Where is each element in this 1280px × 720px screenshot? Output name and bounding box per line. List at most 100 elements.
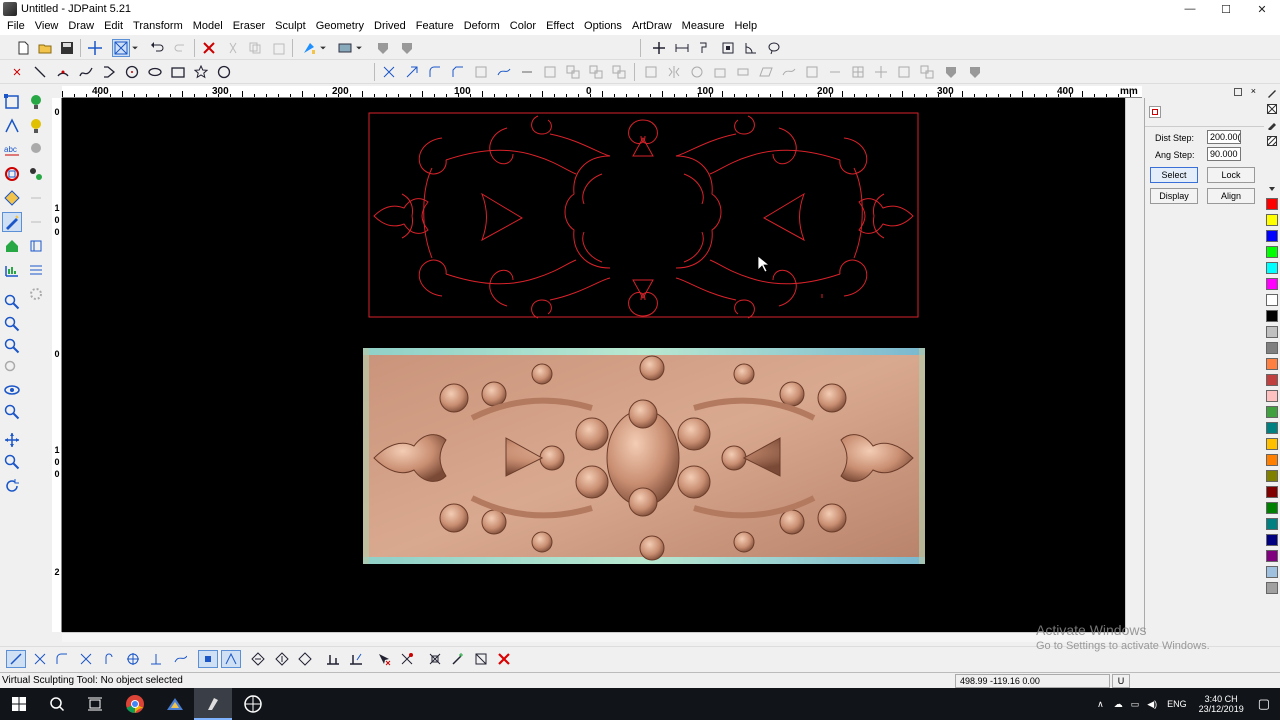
color-swatch[interactable]	[1266, 470, 1278, 482]
chrome-icon[interactable]	[116, 688, 154, 720]
no-color-icon[interactable]	[1267, 104, 1277, 114]
menu-view[interactable]: View	[30, 18, 64, 35]
extend-icon[interactable]	[403, 63, 421, 81]
menu-geometry[interactable]: Geometry	[311, 18, 369, 35]
color-swatch[interactable]	[1266, 310, 1278, 322]
ungroup-icon[interactable]	[564, 63, 582, 81]
menu-drived[interactable]: Drived	[369, 18, 411, 35]
copy-icon[interactable]	[246, 39, 264, 57]
menu-effect[interactable]: Effect	[541, 18, 579, 35]
eye-icon[interactable]	[2, 380, 22, 400]
color-swatch[interactable]	[1266, 262, 1278, 274]
node-wand-icon[interactable]	[448, 650, 468, 668]
group-icon[interactable]	[541, 63, 559, 81]
measure-tool-icon[interactable]	[2, 260, 22, 280]
chamfer-icon[interactable]	[449, 63, 467, 81]
zoom-out-icon[interactable]	[2, 336, 22, 356]
star-icon[interactable]	[192, 63, 210, 81]
color-swatch[interactable]	[1266, 278, 1278, 290]
paste-icon[interactable]	[270, 39, 288, 57]
save-icon[interactable]	[58, 39, 76, 57]
measure-width-icon[interactable]	[673, 39, 691, 57]
arrow-light-icon[interactable]	[26, 212, 46, 232]
align-button[interactable]: Align	[1207, 188, 1255, 204]
curve-tool-icon[interactable]	[2, 116, 22, 136]
chevron-down-icon[interactable]	[354, 39, 364, 57]
menu-draw[interactable]: Draw	[63, 18, 99, 35]
transform-node-icon[interactable]	[425, 650, 445, 668]
minimize-button[interactable]: —	[1172, 0, 1208, 18]
virtual-sculpt-icon[interactable]	[2, 212, 22, 232]
color-swatch[interactable]	[1266, 582, 1278, 594]
snap-grid-icon[interactable]	[198, 650, 218, 668]
drawing-canvas[interactable]	[62, 98, 1125, 632]
zoom-all-icon[interactable]	[2, 402, 22, 422]
wrap-icon[interactable]	[780, 63, 798, 81]
menu-color[interactable]: Color	[505, 18, 541, 35]
align-bottom-icon[interactable]	[323, 650, 343, 668]
node-diamond-icon[interactable]	[272, 650, 292, 668]
sculpt-tool-icon[interactable]	[1149, 106, 1161, 118]
text-tool-icon[interactable]: abc	[2, 140, 22, 160]
snap-arc-icon[interactable]	[52, 650, 72, 668]
select-node-icon[interactable]	[374, 650, 394, 668]
grid-array-icon[interactable]	[849, 63, 867, 81]
spline-icon[interactable]	[77, 63, 95, 81]
color-swatch[interactable]	[1266, 214, 1278, 226]
chevron-down-icon[interactable]	[1267, 184, 1277, 192]
gear-icon[interactable]	[26, 284, 46, 304]
node-edit-icon[interactable]	[2, 92, 22, 112]
shield-icon[interactable]	[374, 39, 392, 57]
align-edit-icon[interactable]	[346, 650, 366, 668]
distort-icon[interactable]	[803, 63, 821, 81]
circle-center-icon[interactable]	[123, 63, 141, 81]
vector-outline-design[interactable]	[368, 112, 919, 319]
zoom-prev-icon[interactable]	[2, 358, 22, 378]
color-swatch[interactable]	[1266, 406, 1278, 418]
snap-end-icon[interactable]	[30, 650, 50, 668]
color-swatch[interactable]	[1266, 486, 1278, 498]
house-icon[interactable]	[2, 236, 22, 256]
snap-cross-icon[interactable]	[76, 650, 96, 668]
layers-icon[interactable]	[336, 39, 354, 57]
diamond-tool-icon[interactable]	[2, 188, 22, 208]
lasso-icon[interactable]	[765, 39, 783, 57]
point-icon[interactable]	[8, 63, 26, 81]
chevron-down-icon[interactable]	[318, 39, 328, 57]
app-icon[interactable]	[234, 688, 272, 720]
start-button[interactable]	[0, 688, 38, 720]
move-light-icon[interactable]	[26, 164, 46, 184]
color-swatch[interactable]	[1266, 294, 1278, 306]
redo-icon[interactable]	[172, 39, 190, 57]
eyedropper-icon[interactable]	[1267, 120, 1277, 131]
select-button[interactable]: Select	[1150, 167, 1198, 183]
boolean-icon[interactable]	[642, 63, 660, 81]
grid-lines-icon[interactable]	[26, 260, 46, 280]
snap-angle-icon[interactable]	[221, 650, 241, 668]
shield-icon[interactable]	[398, 39, 416, 57]
node-diamond-icon[interactable]	[295, 650, 315, 668]
color-swatch[interactable]	[1266, 198, 1278, 210]
notification-icon[interactable]: ▢	[1258, 696, 1270, 712]
float-icon[interactable]	[1234, 88, 1242, 96]
explode-icon[interactable]	[872, 63, 890, 81]
snap-center-icon[interactable]	[123, 650, 143, 668]
lightbulb-icon[interactable]	[26, 116, 46, 136]
layers-icon[interactable]	[26, 236, 46, 256]
pan-icon[interactable]	[2, 430, 22, 450]
rotate-icon[interactable]	[688, 63, 706, 81]
arc-icon[interactable]	[54, 63, 72, 81]
new-file-icon[interactable]	[14, 39, 32, 57]
move-icon[interactable]	[650, 39, 668, 57]
snap-line-icon[interactable]	[6, 650, 26, 668]
light-off-icon[interactable]	[26, 140, 46, 160]
maximize-button[interactable]: ☐	[1208, 0, 1244, 18]
color-swatch[interactable]	[1266, 230, 1278, 242]
snap-nearest-icon[interactable]	[170, 650, 190, 668]
menu-measure[interactable]: Measure	[677, 18, 730, 35]
zoom-in-icon[interactable]	[2, 314, 22, 334]
undo-icon[interactable]	[148, 39, 166, 57]
break-icon[interactable]	[610, 63, 628, 81]
zoom-icon[interactable]	[2, 452, 22, 472]
volume-icon[interactable]: ◀)	[1147, 699, 1157, 710]
